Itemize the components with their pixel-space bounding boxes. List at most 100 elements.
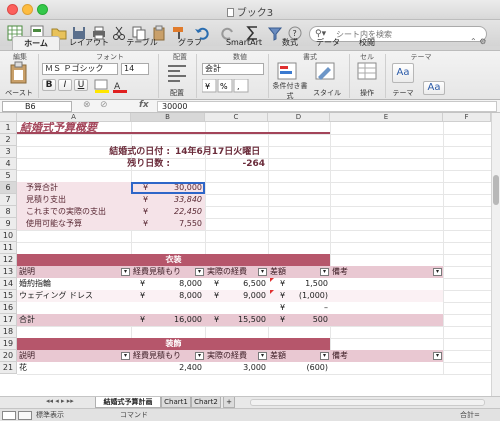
days-left-label: 残り日数 : [127, 159, 170, 169]
row-header[interactable]: 17 [0, 314, 17, 326]
document-icon [226, 8, 234, 17]
summary-label: 予算合計 [26, 183, 58, 192]
item-actual: 6,500 [243, 279, 266, 288]
sheet-tab-chart2[interactable]: Chart2 [191, 397, 221, 408]
bold-button[interactable]: B [42, 79, 56, 91]
filter-dropdown-icon[interactable]: ▾ [320, 352, 329, 360]
tab-smartart-label: SmartArt [225, 38, 263, 47]
tab-layout[interactable]: レイアウト [64, 36, 114, 50]
cells-operation-icon[interactable] [356, 61, 378, 81]
style-icon[interactable] [314, 61, 338, 81]
row-header[interactable]: 9 [0, 218, 17, 230]
vertical-scrollbar[interactable] [491, 113, 500, 396]
tab-table-label: テーブル [126, 38, 158, 47]
filter-dropdown-icon[interactable]: ▾ [121, 268, 130, 276]
item-difference: (600) [306, 363, 328, 372]
row-header[interactable]: 16 [0, 302, 17, 314]
tab-chart[interactable]: グラフ [170, 36, 210, 50]
theme-fonts-button[interactable]: Aa [423, 81, 445, 95]
row-header[interactable]: 7 [0, 194, 17, 206]
item-difference: – [324, 303, 328, 312]
normal-view-icon[interactable] [2, 411, 16, 420]
row-header[interactable]: 13 [0, 266, 17, 278]
summary-label: 見積り支出 [26, 195, 66, 204]
page-layout-view-icon[interactable] [18, 411, 32, 420]
add-sheet-button[interactable]: + [223, 397, 235, 408]
fill-color-icon[interactable]: A [94, 79, 130, 93]
row-header[interactable]: 5 [0, 170, 17, 182]
gridline [17, 170, 491, 171]
scroll-thumb[interactable] [493, 175, 499, 205]
tab-layout-label: レイアウト [69, 38, 109, 47]
row-header[interactable]: 14 [0, 278, 17, 290]
currency: ¥ [140, 315, 146, 324]
enter-icon[interactable]: ⊘ [100, 100, 108, 110]
ribbon-divider [158, 54, 159, 98]
row-header[interactable]: 10 [0, 230, 17, 242]
tab-formulas[interactable]: 数式 [275, 36, 305, 50]
tab-smartart[interactable]: SmartArt [218, 36, 270, 50]
item-desc: 婚約指輪 [19, 279, 51, 288]
group-theme-label: テーマ [410, 53, 432, 61]
row-header[interactable]: 20 [0, 350, 17, 362]
font-size-select[interactable]: 14 [121, 63, 149, 75]
gridline [17, 374, 491, 375]
font-name-value: ＭＳ Ｐゴシック [45, 64, 104, 73]
cancel-icon[interactable]: ⊗ [83, 100, 91, 110]
insert-function-button[interactable]: fx [139, 100, 149, 110]
row-header[interactable]: 6 [0, 182, 17, 194]
filter-dropdown-icon[interactable]: ▾ [433, 268, 442, 276]
clipboard-paste-icon[interactable] [8, 61, 30, 85]
filter-dropdown-icon[interactable]: ▾ [433, 352, 442, 360]
wedding-date-label: 結婚式の日付 : [109, 147, 170, 157]
theme-button[interactable]: Aa [392, 63, 414, 83]
name-box[interactable]: B6 [2, 101, 72, 112]
row-header[interactable]: 21 [0, 362, 17, 374]
row-header[interactable]: 4 [0, 158, 17, 170]
italic-button[interactable]: I [58, 79, 72, 91]
horizontal-scrollbar[interactable] [250, 399, 485, 406]
column-header[interactable]: B [131, 113, 205, 122]
selected-cell-b6[interactable] [131, 182, 205, 194]
row-header[interactable]: 12 [0, 254, 17, 266]
filter-dropdown-icon[interactable]: ▾ [121, 352, 130, 360]
tab-table[interactable]: テーブル [118, 36, 166, 50]
ribbon-divider [385, 54, 386, 98]
sheet-tab-budget[interactable]: 結婚式予算計画 [95, 397, 161, 408]
filter-dropdown-icon[interactable]: ▾ [195, 268, 204, 276]
tab-data[interactable]: データ [310, 36, 346, 50]
item-estimate: 2,400 [179, 363, 202, 372]
select-all-corner[interactable] [0, 113, 17, 122]
underline-button[interactable]: U [74, 79, 88, 91]
filter-dropdown-icon[interactable]: ▾ [258, 352, 267, 360]
row-header[interactable]: 1 [0, 122, 17, 134]
sheet-nav-arrows-icon[interactable]: ◂◂ ◂ ▸ ▸▸ [46, 397, 74, 405]
row-header[interactable]: 8 [0, 206, 17, 218]
conditional-format-icon[interactable] [276, 61, 298, 81]
tab-review[interactable]: 校閲 [352, 36, 382, 50]
number-format-select[interactable]: 会計 [202, 63, 264, 75]
worksheet[interactable]: A B C D E F 1 2 3 4 5 6 7 8 9 10 11 12 13 14 15 16 17 18 19 20 21 結… [0, 113, 500, 396]
align-icon[interactable] [166, 63, 188, 83]
row-header[interactable]: 19 [0, 338, 17, 350]
row-header[interactable]: 11 [0, 242, 17, 254]
formula-input[interactable]: 30000 [157, 101, 497, 112]
number-format-buttons-icon[interactable]: ¥%, [202, 79, 264, 93]
filter-dropdown-icon[interactable]: ▾ [320, 268, 329, 276]
filter-dropdown-icon[interactable]: ▾ [258, 268, 267, 276]
column-header[interactable]: D [268, 113, 330, 122]
filter-dropdown-icon[interactable]: ▾ [195, 352, 204, 360]
tab-home[interactable]: ホーム [12, 36, 60, 50]
row-header[interactable]: 3 [0, 146, 17, 158]
column-header[interactable]: C [205, 113, 268, 122]
row-header[interactable]: 18 [0, 326, 17, 338]
item-actual: 9,000 [243, 291, 266, 300]
column-header[interactable]: F [443, 113, 491, 122]
font-name-select[interactable]: ＭＳ Ｐゴシック [42, 63, 118, 75]
row-header[interactable]: 15 [0, 290, 17, 302]
ribbon-collapse-icon[interactable]: ⌃ ⚙ [470, 37, 486, 46]
sheet-tab-chart1[interactable]: Chart1 [161, 397, 191, 408]
row-header[interactable]: 2 [0, 134, 17, 146]
column-header[interactable]: A [17, 113, 131, 122]
column-header[interactable]: E [330, 113, 443, 122]
